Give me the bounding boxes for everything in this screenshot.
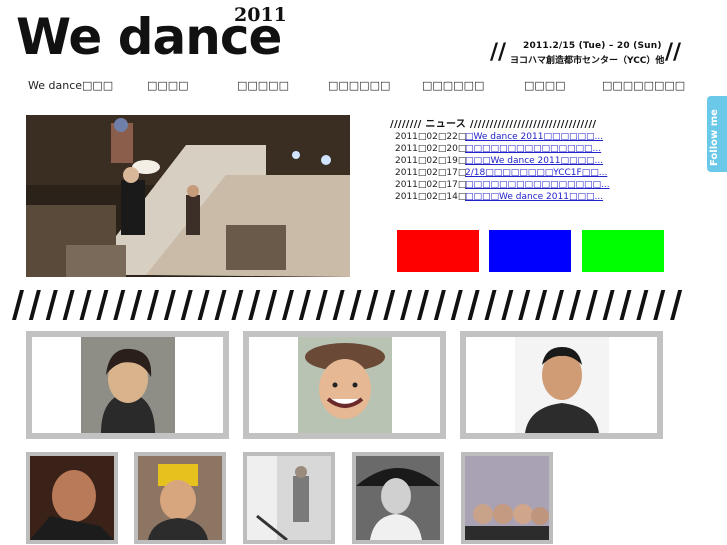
slash-mark (315, 290, 328, 320)
thumbnail[interactable] (243, 452, 335, 544)
news-link[interactable]: □We dance 2011□□□□□□... (465, 132, 603, 142)
news-date: 2011□02□17□ (395, 168, 467, 178)
slash-mark (568, 290, 581, 320)
slash-mark (366, 290, 379, 320)
slash-mark (197, 290, 210, 320)
slash-mark (400, 290, 413, 320)
slash-mark (602, 290, 615, 320)
thumbnail[interactable] (352, 452, 444, 544)
member-frame[interactable] (26, 331, 229, 439)
slash-mark (467, 290, 480, 320)
slash-mark (282, 290, 294, 320)
news-date: 2011□02□19□ (395, 156, 467, 166)
slash-mark (349, 290, 362, 320)
slash-mark (62, 290, 75, 320)
news-link[interactable]: 2/18□□□□□□□□YCC1F□□... (465, 168, 607, 178)
news-item: 2011□02□20□□□□□□□□□□□□□□□□... (395, 143, 695, 155)
slash-mark (248, 290, 261, 320)
nav-item-5[interactable]: □□□□□□ (422, 79, 484, 92)
news-list: 2011□02□22□□We dance 2011□□□□□□... 2011□… (395, 131, 695, 203)
slash-mark (147, 290, 159, 320)
thumbnail-image (356, 456, 440, 540)
news-link[interactable]: □□□□We dance 2011□□□... (465, 192, 603, 202)
slash-mark (383, 290, 396, 320)
slash-mark (501, 290, 514, 320)
slash-mark (79, 290, 92, 320)
slash-mark (535, 290, 548, 320)
slash-mark (28, 290, 41, 320)
slash-mark (163, 290, 176, 320)
news-item: 2011□02□17□2/18□□□□□□□□YCC1F□□... (395, 167, 695, 179)
news-date: 2011□02□17□ (395, 180, 467, 190)
news-date: 2011□02□14□ (395, 192, 467, 202)
news-link[interactable]: □□□□□□□□□□□□□□□... (465, 144, 601, 154)
slash-divider (10, 288, 685, 322)
slash-mark (670, 290, 683, 320)
slash-mark (298, 290, 311, 320)
slash-mark (653, 290, 666, 320)
thumbnail-image (30, 456, 114, 540)
member-frame[interactable] (460, 331, 663, 439)
red-banner[interactable] (397, 230, 479, 272)
thumbnail[interactable] (134, 452, 226, 544)
hero-photo (26, 115, 350, 277)
slash-mark (96, 290, 109, 320)
slash-mark (265, 290, 278, 320)
nav-item-2[interactable]: □□□□ (147, 79, 189, 92)
slash-mark (45, 290, 58, 320)
news-date: 2011□02□20□ (395, 144, 467, 154)
event-venue: ヨコハマ創造都市センター（YCC）他 (510, 56, 665, 66)
main-nav: We dance□□□ □□□□ □□□□□ □□□□□□ □□□□□□ □□□… (28, 79, 708, 93)
slash-mark (180, 290, 193, 320)
follow-me-label: Follow me (709, 109, 720, 166)
slash-mark (450, 290, 463, 320)
slash-mark (113, 290, 126, 320)
slash-mark (417, 290, 429, 320)
news-item: 2011□02□19□□□□We dance 2011□□□□... (395, 155, 695, 167)
slash-mark (433, 290, 446, 320)
slash-mark (12, 290, 24, 320)
nav-item-7[interactable]: □□□□□□□□ (602, 79, 685, 92)
member-portrait (298, 337, 392, 433)
nav-item-about[interactable]: We dance□□□ (28, 79, 113, 92)
follow-me-tab[interactable]: Follow me (707, 96, 727, 172)
nav-item-4[interactable]: □□□□□□ (328, 79, 390, 92)
thumbnail[interactable] (26, 452, 118, 544)
slash-mark (231, 290, 244, 320)
logo-year: 2011 (234, 4, 287, 26)
event-date: 2011.2/15 (Tue) – 20 (Sun) (523, 41, 662, 51)
slash-decoration: // (665, 40, 682, 65)
slash-mark (332, 290, 345, 320)
site-logo[interactable]: We dance 2011 (16, 4, 291, 74)
slash-mark (636, 290, 649, 320)
news-link[interactable]: □□□We dance 2011□□□□... (465, 156, 603, 166)
thumbnail-image (247, 456, 331, 540)
slash-mark (518, 290, 531, 320)
news-item: 2011□02□14□□□□□We dance 2011□□□... (395, 191, 695, 203)
slash-mark (552, 290, 564, 320)
event-info: // 2011.2/15 (Tue) – 20 (Sun) ヨコハマ創造都市セン… (490, 40, 685, 68)
news-item: 2011□02□22□□We dance 2011□□□□□□... (395, 131, 695, 143)
blue-banner[interactable] (489, 230, 571, 272)
green-banner[interactable] (582, 230, 664, 272)
news-link[interactable]: □□□□□□□□□□□□□□□□... (465, 180, 610, 190)
thumbnail-image (465, 456, 549, 540)
slash-mark (585, 290, 598, 320)
slash-mark (130, 290, 143, 320)
slash-decoration: // (490, 40, 507, 65)
member-portrait (515, 337, 609, 433)
slash-mark (619, 290, 632, 320)
thumbnail[interactable] (461, 452, 553, 544)
news-heading: //////// ニュース //////////////////////////… (390, 119, 597, 130)
news-item: 2011□02□17□□□□□□□□□□□□□□□□□... (395, 179, 695, 191)
nav-item-6[interactable]: □□□□ (524, 79, 566, 92)
slash-mark (484, 290, 497, 320)
thumbnail-image (138, 456, 222, 540)
member-frame[interactable] (243, 331, 446, 439)
slash-mark (214, 290, 227, 320)
nav-item-3[interactable]: □□□□□ (237, 79, 289, 92)
news-date: 2011□02□22□ (395, 132, 467, 142)
member-portrait (81, 337, 175, 433)
